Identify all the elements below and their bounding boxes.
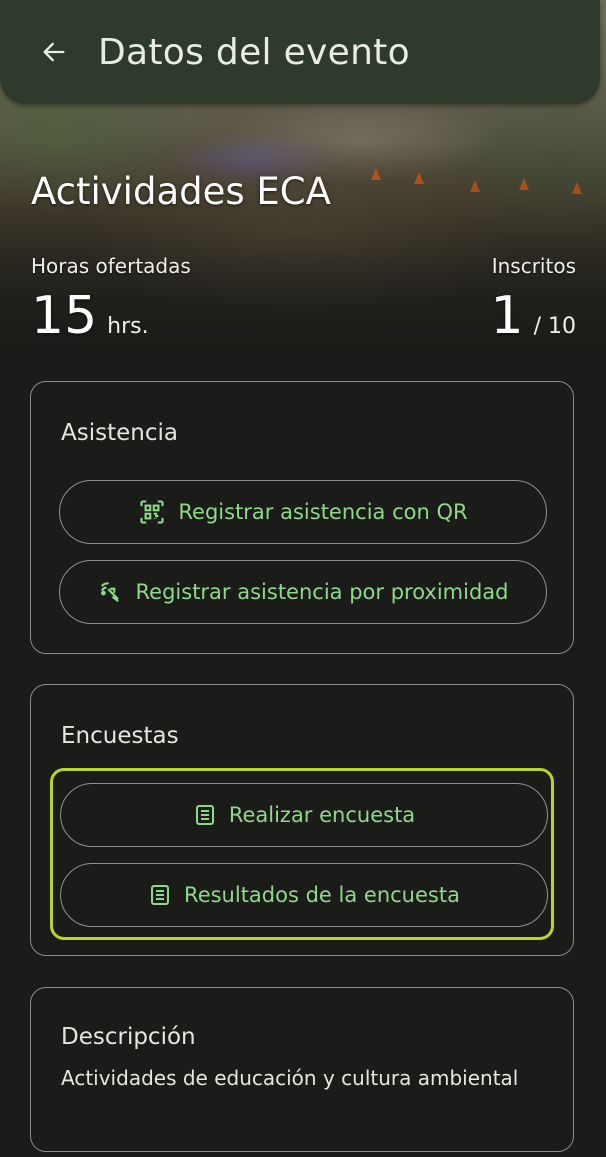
register-attendance-qr-label: Registrar asistencia con QR <box>178 500 468 524</box>
attendance-card: Asistencia Registrar asistencia con QR R… <box>30 381 574 654</box>
proximity-signal-icon <box>98 579 124 605</box>
surveys-card-title: Encuestas <box>61 723 179 749</box>
enrolled-count: 1 <box>490 286 524 346</box>
offered-hours-label: Horas ofertadas <box>31 254 191 278</box>
arrow-left-icon <box>43 42 65 62</box>
hours-unit: hrs. <box>107 314 149 339</box>
page-title: Datos del evento <box>98 31 410 73</box>
top-app-bar: Datos del evento <box>0 0 600 104</box>
hours-number: 15 <box>31 286 98 346</box>
back-button[interactable] <box>32 30 76 74</box>
enrolled-capacity: / 10 <box>533 314 576 339</box>
register-attendance-proximity-button[interactable]: Registrar asistencia por proximidad <box>59 560 547 624</box>
offered-hours-value: 15 hrs. <box>31 286 149 346</box>
survey-buttons-highlight <box>50 768 554 940</box>
description-text: Actividades de educación y cultura ambie… <box>61 1066 519 1090</box>
register-attendance-qr-button[interactable]: Registrar asistencia con QR <box>59 480 547 544</box>
qr-code-scan-icon <box>138 498 166 526</box>
description-card-title: Descripción <box>61 1024 196 1050</box>
register-attendance-proximity-label: Registrar asistencia por proximidad <box>135 580 509 604</box>
description-card: Descripción Actividades de educación y c… <box>30 987 574 1152</box>
enrolled-value: 1 / 10 <box>491 286 577 346</box>
attendance-card-title: Asistencia <box>61 420 178 446</box>
enrolled-label: Inscritos <box>491 254 576 278</box>
event-title: Actividades ECA <box>31 170 331 213</box>
